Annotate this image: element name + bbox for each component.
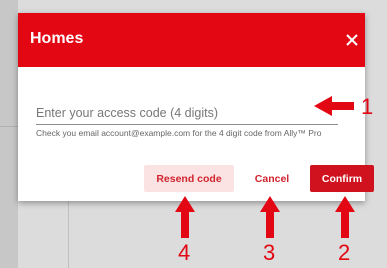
annotation-arrow-2 — [335, 196, 355, 238]
annotation-arrow-4 — [175, 196, 195, 238]
annotation-label-2: 2 — [338, 240, 351, 265]
annotation-overlay — [175, 96, 355, 238]
annotation-label-3: 3 — [263, 240, 276, 265]
annotation-label-1: 1 — [361, 94, 374, 119]
annotation-arrow-3 — [260, 196, 280, 238]
annotation-arrow-1 — [314, 96, 354, 116]
annotation-label-4: 4 — [178, 240, 191, 265]
